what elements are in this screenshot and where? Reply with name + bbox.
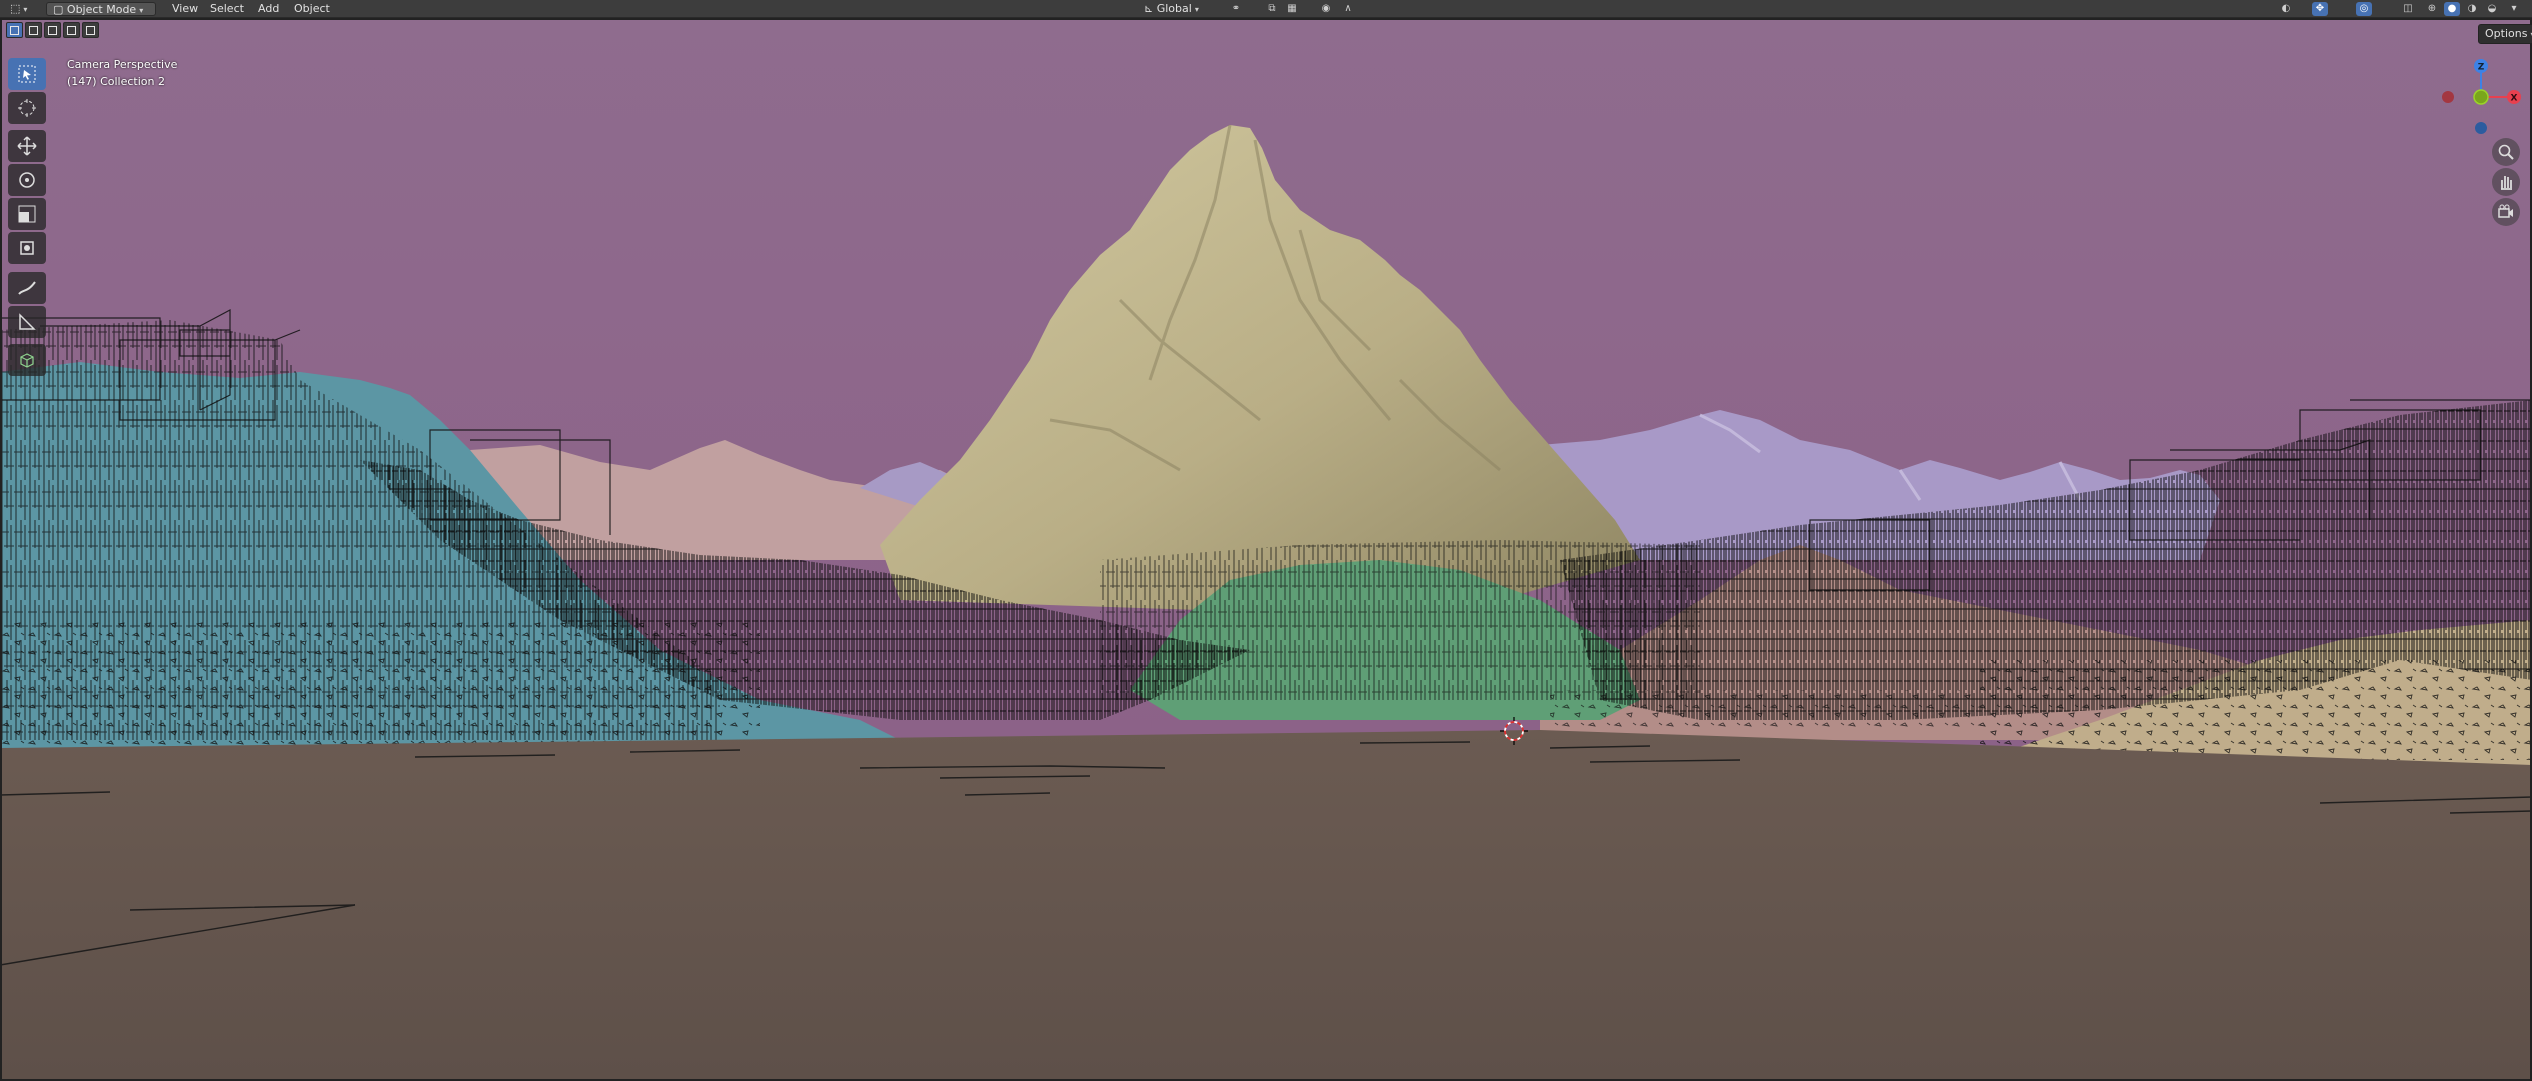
shading-material-icon[interactable]: ◑ <box>2464 2 2480 16</box>
gizmo-x-label: X <box>2511 94 2518 104</box>
ruler-icon <box>19 313 36 330</box>
selection-mode-buttons <box>6 22 99 38</box>
rotate-tool[interactable] <box>8 164 46 196</box>
select-arrow-icon <box>18 65 36 83</box>
3d-viewport[interactable]: ⬚ ▾ ▢ Object Mode ▾ View Select Add Object… <box>0 0 2532 1081</box>
options-dropdown[interactable]: Options▾ <box>2478 24 2532 44</box>
object-mode-icon: ▢ <box>53 3 64 16</box>
viewport-header: ⬚ ▾ ▢ Object Mode ▾ View Select Add Object… <box>0 0 2532 18</box>
chevron-down-icon: ▾ <box>139 6 144 15</box>
overlays-toggle-icon[interactable]: ◎ <box>2356 2 2372 16</box>
xray-icon[interactable]: ◫ <box>2400 2 2416 16</box>
shading-options-chevron-icon[interactable]: ▾ <box>2506 2 2522 16</box>
options-label: Options <box>2485 27 2528 40</box>
viewport-info: Camera Perspective (147) Collection 2 <box>67 56 177 90</box>
transform-tool[interactable] <box>8 232 46 264</box>
camera-icon <box>2498 204 2513 218</box>
move-icon <box>17 136 37 156</box>
proportional-edit-icon[interactable]: ◉ <box>1318 2 1334 16</box>
mode-label: Object Mode <box>66 3 137 16</box>
snap-icon[interactable]: ⧉ <box>1264 2 1280 16</box>
scale-icon <box>18 205 36 223</box>
transform-orientation-dropdown[interactable]: ⊾ Global ▾ <box>1138 2 1218 16</box>
shading-solid-icon[interactable]: ● <box>2444 2 2460 16</box>
annotate-tool[interactable] <box>8 272 46 304</box>
editor-type-button[interactable]: ⬚ ▾ <box>4 2 40 16</box>
view-name: Camera Perspective <box>67 58 178 71</box>
gizmo-y-axis[interactable] <box>2473 89 2489 105</box>
gizmo-z-label: Z <box>2478 63 2485 73</box>
pivot-icon[interactable]: ⚭ <box>1228 2 1244 16</box>
camera-view-button[interactable] <box>2492 198 2520 226</box>
menu-add[interactable]: Add <box>254 2 283 16</box>
visibility-icon[interactable]: ◐ <box>2278 2 2294 16</box>
menu-view[interactable]: View <box>168 2 202 16</box>
select-subtract-button[interactable] <box>44 22 61 38</box>
menu-select[interactable]: Select <box>206 2 248 16</box>
zoom-button[interactable] <box>2492 138 2520 166</box>
select-box-tool[interactable] <box>8 58 46 90</box>
chevron-down-icon: ▾ <box>1194 5 1199 14</box>
falloff-icon[interactable]: ∧ <box>1340 2 1356 16</box>
gizmo-neg-z-axis[interactable] <box>2475 122 2487 134</box>
transform-icon <box>20 241 34 255</box>
cursor-tool[interactable] <box>8 92 46 124</box>
orientation-icon: ⊾ <box>1144 2 1154 15</box>
move-tool[interactable] <box>8 130 46 162</box>
gizmo-neg-x-axis[interactable] <box>2442 91 2454 103</box>
shading-rendered-icon[interactable]: ◒ <box>2484 2 2500 16</box>
scene-render <box>0 0 2532 1081</box>
gizmo-toggle-icon[interactable]: ✥ <box>2312 2 2328 16</box>
add-cube-icon <box>20 353 34 368</box>
select-extend-button[interactable] <box>25 22 42 38</box>
navigation-gizmo[interactable]: Z X <box>2438 56 2524 142</box>
orientation-label: Global <box>1156 2 1192 15</box>
annotate-pencil-icon <box>18 281 36 295</box>
select-new-button[interactable] <box>6 22 23 38</box>
mode-dropdown[interactable]: ▢ Object Mode ▾ <box>46 2 156 16</box>
select-invert-button[interactable] <box>63 22 80 38</box>
zoom-icon <box>2498 144 2514 160</box>
measure-tool[interactable] <box>8 306 46 338</box>
snap-target-icon[interactable]: ▦ <box>1284 2 1300 16</box>
rotate-icon <box>19 172 35 188</box>
viewport-editor-icon: ⬚ <box>10 2 21 15</box>
collection-info: (147) Collection 2 <box>67 75 165 88</box>
add-cube-tool[interactable] <box>8 344 46 376</box>
scale-tool[interactable] <box>8 198 46 230</box>
cursor-icon <box>18 99 36 117</box>
shading-wireframe-icon[interactable]: ⊕ <box>2424 2 2440 16</box>
hand-icon <box>2501 176 2512 190</box>
pan-button[interactable] <box>2492 168 2520 196</box>
select-intersect-button[interactable] <box>82 22 99 38</box>
menu-object[interactable]: Object <box>290 2 334 16</box>
